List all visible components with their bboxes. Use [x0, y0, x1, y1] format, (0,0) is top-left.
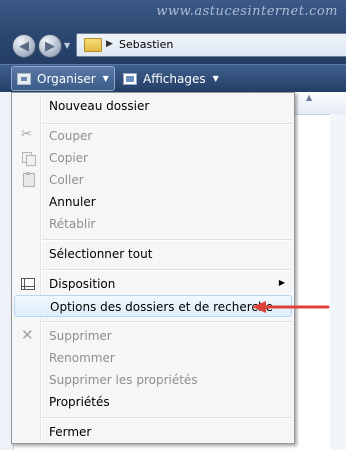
arrow-left-icon: ◀ [19, 38, 29, 54]
sort-ascending-icon: ▲ [306, 93, 313, 102]
delete-icon: ✕ [21, 326, 34, 344]
submenu-arrow-icon: ▶ [278, 278, 285, 287]
dropdown-caret-icon: ▼ [212, 74, 219, 83]
menu-item-copier[interactable]: Copier [14, 147, 292, 169]
menu-item-selectionner-tout[interactable]: Sélectionner tout [14, 243, 292, 265]
address-bar[interactable]: ▶ Sebastien [76, 33, 346, 57]
menu-item-disposition[interactable]: Disposition ▶ [14, 273, 292, 295]
back-button[interactable]: ◀ [12, 34, 36, 58]
breadcrumb-chevron-icon[interactable]: ▶ [106, 39, 113, 49]
menu-item-couper[interactable]: ✂ Couper [14, 125, 292, 147]
menu-item-retablir[interactable]: Rétablir [14, 213, 292, 235]
arrow-right-icon: ▶ [45, 38, 55, 54]
menu-separator [42, 269, 292, 271]
menu-separator [42, 239, 292, 241]
layout-icon [21, 278, 35, 290]
paste-icon [23, 172, 35, 187]
file-list-area [330, 114, 346, 450]
red-arrow-annotation [252, 301, 330, 313]
menu-item-proprietes[interactable]: Propriétés [14, 391, 292, 413]
scissors-icon: ✂ [21, 127, 32, 142]
recent-pages-chevron-icon[interactable]: ▼ [64, 41, 70, 50]
menu-item-supprimer[interactable]: ✕ Supprimer [14, 325, 292, 347]
organiser-menu: Nouveau dossier ✂ Couper Copier Coller A… [11, 92, 295, 444]
menu-item-coller[interactable]: Coller [14, 169, 292, 191]
folder-icon [84, 38, 102, 52]
copy-icon [21, 151, 36, 166]
dropdown-caret-icon: ▼ [102, 74, 109, 83]
forward-button[interactable]: ▶ [38, 34, 62, 58]
column-header[interactable] [290, 92, 346, 115]
menu-item-renommer[interactable]: Renommer [14, 347, 292, 369]
organiser-button[interactable]: Organiser ▼ [11, 66, 115, 91]
breadcrumb-current-folder[interactable]: Sebastien [119, 38, 173, 51]
views-icon [123, 72, 137, 85]
command-toolbar: Organiser ▼ Affichages ▼ [0, 64, 346, 93]
menu-separator [42, 321, 292, 323]
affichages-button[interactable]: Affichages ▼ [118, 66, 228, 91]
organize-icon [17, 72, 31, 85]
affichages-label: Affichages [143, 71, 206, 86]
organiser-label: Organiser [37, 71, 96, 86]
menu-item-supprimer-proprietes[interactable]: Supprimer les propriétés [14, 369, 292, 391]
watermark: www.astucesinternet.com [156, 4, 338, 19]
menu-item-annuler[interactable]: Annuler [14, 191, 292, 213]
menu-item-fermer[interactable]: Fermer [14, 421, 292, 443]
menu-separator [42, 417, 292, 419]
menu-item-nouveau-dossier[interactable]: Nouveau dossier [14, 95, 292, 117]
